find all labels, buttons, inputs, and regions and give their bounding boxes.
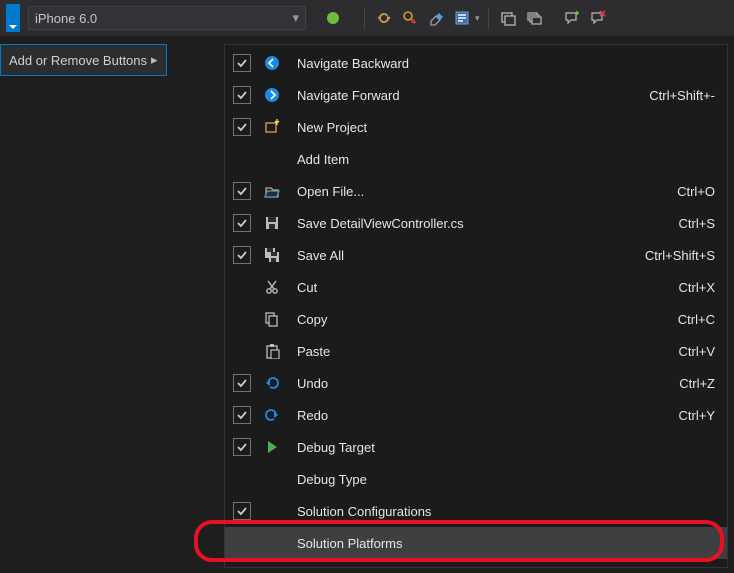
menu-item[interactable]: Save DetailViewController.csCtrl+S <box>225 207 727 239</box>
menu-item[interactable]: CutCtrl+X <box>225 271 727 303</box>
new-proj-icon <box>261 119 283 135</box>
window-icon[interactable] <box>497 7 519 29</box>
properties-icon[interactable] <box>451 7 473 29</box>
menu-item-label: Navigate Backward <box>297 56 715 71</box>
menu-item-label: Navigate Forward <box>297 88 633 103</box>
menu-item-label: Debug Target <box>297 440 715 455</box>
menu-item[interactable]: Open File...Ctrl+O <box>225 175 727 207</box>
menu-item-label: Redo <box>297 408 663 423</box>
menu-item-shortcut: Ctrl+C <box>662 312 715 327</box>
menu-item-shortcut: Ctrl+Y <box>663 408 715 423</box>
menu-item[interactable]: Solution Configurations <box>225 495 727 527</box>
menu-item[interactable]: CopyCtrl+C <box>225 303 727 335</box>
chevron-down-icon[interactable]: ▾ <box>475 13 480 24</box>
menu-item-label: Add Item <box>297 152 715 167</box>
menu-item-label: Cut <box>297 280 663 295</box>
menu-item-shortcut: Ctrl+Shift+S <box>629 248 715 263</box>
checkbox[interactable] <box>233 214 251 232</box>
checkbox[interactable] <box>233 118 251 136</box>
menu-item[interactable]: UndoCtrl+Z <box>225 367 727 399</box>
nav-fwd-icon <box>261 87 283 103</box>
checkbox[interactable] <box>233 438 251 456</box>
paste-icon <box>261 343 283 359</box>
open-file-icon <box>261 183 283 199</box>
menu-item[interactable]: Debug Type <box>225 463 727 495</box>
menu-item-label: New Project <box>297 120 715 135</box>
play-icon <box>261 439 283 455</box>
toolbar-customize-grip[interactable] <box>6 4 20 32</box>
menu-item-shortcut: Ctrl+V <box>663 344 715 359</box>
save-all-icon <box>261 247 283 263</box>
checkbox[interactable] <box>233 374 251 392</box>
menu-item-shortcut: Ctrl+O <box>661 184 715 199</box>
menu-item-shortcut: Ctrl+S <box>663 216 715 231</box>
checkbox[interactable] <box>233 182 251 200</box>
platform-combo-value: iPhone 6.0 <box>35 11 97 26</box>
menu-item-shortcut: Ctrl+Z <box>663 376 715 391</box>
add-remove-buttons-label: Add or Remove Buttons <box>9 53 147 68</box>
checkbox[interactable] <box>233 54 251 72</box>
main-toolbar: iPhone 6.0 ▾ ▾ <box>0 0 734 36</box>
toolbar-separator <box>364 7 365 29</box>
start-button-icon[interactable] <box>322 7 344 29</box>
copy-icon <box>261 311 283 327</box>
menu-item-label: Save DetailViewController.cs <box>297 216 663 231</box>
customize-menu: Navigate BackwardNavigate ForwardCtrl+Sh… <box>224 44 728 568</box>
menu-item[interactable]: Navigate ForwardCtrl+Shift+- <box>225 79 727 111</box>
menu-item[interactable]: Solution Platforms <box>225 527 727 559</box>
redo-icon <box>261 407 283 423</box>
chevron-right-icon: ▸ <box>151 52 158 68</box>
checkbox[interactable] <box>233 406 251 424</box>
stack-icon[interactable] <box>523 7 545 29</box>
cut-icon <box>261 279 283 295</box>
menu-item-label: Undo <box>297 376 663 391</box>
menu-item-label: Paste <box>297 344 663 359</box>
checkbox[interactable] <box>233 502 251 520</box>
save-icon <box>261 215 283 231</box>
undo-icon <box>261 375 283 391</box>
refresh-icon[interactable] <box>373 7 395 29</box>
menu-item-label: Save All <box>297 248 629 263</box>
menu-item[interactable]: Debug Target <box>225 431 727 463</box>
menu-item[interactable]: RedoCtrl+Y <box>225 399 727 431</box>
menu-item[interactable]: Save AllCtrl+Shift+S <box>225 239 727 271</box>
nav-back-icon <box>261 55 283 71</box>
menu-item-label: Solution Configurations <box>297 504 715 519</box>
menu-item-label: Copy <box>297 312 662 327</box>
menu-item[interactable]: Add Item <box>225 143 727 175</box>
chevron-down-icon: ▾ <box>292 10 299 26</box>
toolbar-separator <box>488 7 489 29</box>
menu-item-shortcut: Ctrl+X <box>663 280 715 295</box>
add-remove-buttons-flyout[interactable]: Add or Remove Buttons ▸ <box>0 44 167 76</box>
find-icon[interactable] <box>399 7 421 29</box>
menu-item-label: Open File... <box>297 184 661 199</box>
comment-add-icon[interactable] <box>561 7 583 29</box>
menu-item[interactable]: New Project <box>225 111 727 143</box>
platform-combo[interactable]: iPhone 6.0 ▾ <box>28 6 306 30</box>
checkbox[interactable] <box>233 86 251 104</box>
menu-item-shortcut: Ctrl+Shift+- <box>633 88 715 103</box>
comment-remove-icon[interactable] <box>587 7 609 29</box>
menu-item-label: Solution Platforms <box>297 536 715 551</box>
eraser-icon[interactable] <box>425 7 447 29</box>
checkbox[interactable] <box>233 246 251 264</box>
menu-item-label: Debug Type <box>297 472 715 487</box>
menu-item[interactable]: PasteCtrl+V <box>225 335 727 367</box>
menu-item[interactable]: Navigate Backward <box>225 47 727 79</box>
